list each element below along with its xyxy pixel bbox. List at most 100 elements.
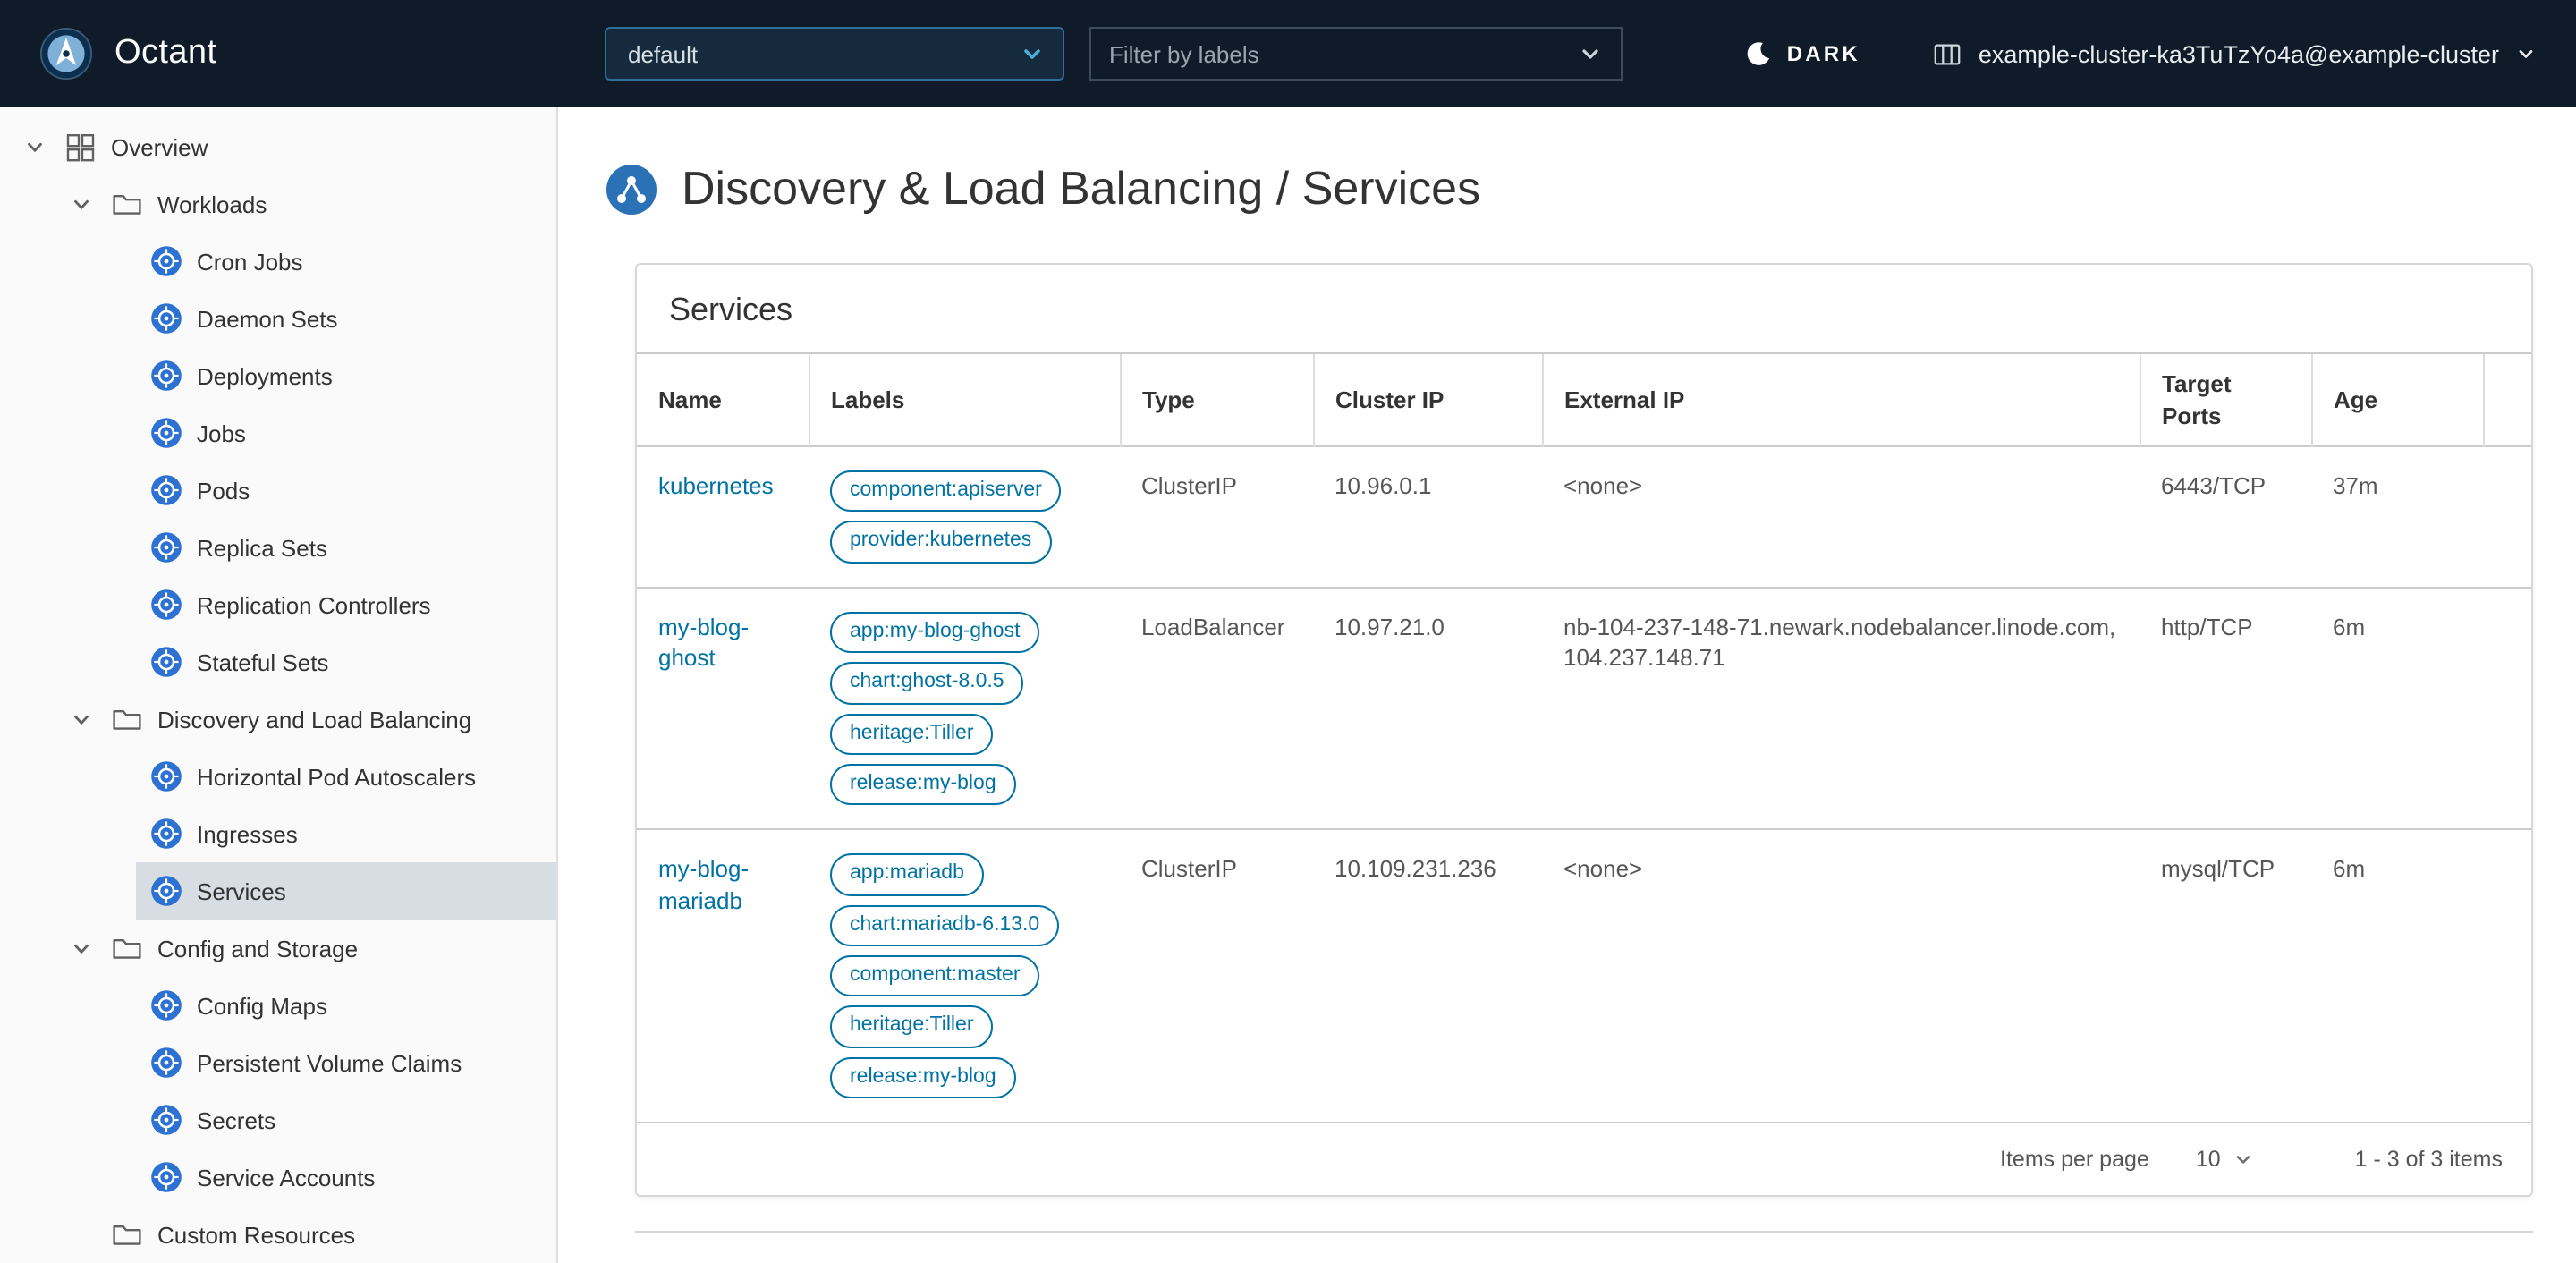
column-header-labels: Labels [809, 354, 1121, 447]
sidebar-item-label: Stateful Sets [197, 648, 329, 675]
items-per-page-value: 10 [2195, 1147, 2221, 1173]
cluster-icon [1932, 38, 1962, 69]
column-header-external-ip: External IP [1542, 354, 2140, 447]
sidebar-item-config-and-storage[interactable]: Config and Storage [0, 920, 556, 977]
folder-icon [111, 188, 143, 220]
label-pill[interactable]: provider:kubernetes [830, 521, 1052, 564]
cluster-context-selector[interactable]: example-cluster-ka3TuTzYo4a@example-clus… [1932, 38, 2537, 69]
service-name-link[interactable]: my-blog-mariadb [658, 856, 749, 914]
sidebar-item-deployments[interactable]: Deployments [136, 347, 556, 404]
sidebar-item-services[interactable]: Services [136, 862, 556, 920]
sidebar-item-horizontal-pod-autoscalers[interactable]: Horizontal Pod Autoscalers [136, 748, 556, 805]
resource-icon [150, 818, 182, 850]
column-header-target-ports: Target Ports [2140, 354, 2312, 447]
target-ports-cell: 6443/TCP [2161, 472, 2267, 500]
sidebar-item-ingresses[interactable]: Ingresses [136, 805, 556, 862]
column-header-spacer [2483, 354, 2531, 447]
resource-icon [150, 1047, 182, 1079]
app-title: Octant [114, 34, 217, 72]
expander-chevron-icon[interactable] [21, 134, 47, 159]
sidebar-item-label: Horizontal Pod Autoscalers [197, 763, 477, 790]
load-balancing-icon [605, 162, 658, 216]
items-per-page-select[interactable]: 10 [2196, 1147, 2255, 1172]
sidebar-item-label: Secrets [197, 1106, 276, 1133]
namespace-selector[interactable]: default [605, 27, 1064, 81]
theme-toggle-button[interactable]: DARK [1744, 39, 1860, 68]
app-header: Octant default DARK [0, 0, 2576, 107]
age-cell: 6m [2333, 613, 2366, 640]
pagination-range-label: 1 - 3 of 3 items [2354, 1147, 2503, 1173]
table-header-row: Name Labels Type Cluster IP External IP Targe… [637, 354, 2531, 447]
sidebar-item-label: Service Accounts [197, 1164, 376, 1191]
column-header-age: Age [2311, 354, 2484, 447]
sidebar-item-custom-resources[interactable]: Custom Resources [0, 1206, 556, 1263]
sidebar-item-cron-jobs[interactable]: Cron Jobs [136, 233, 556, 290]
label-pill[interactable]: release:my-blog [830, 763, 1016, 806]
resource-icon [150, 589, 182, 621]
sidebar-item-label: Replication Controllers [197, 591, 431, 618]
sidebar-item-config-maps[interactable]: Config Maps [136, 977, 556, 1034]
label-pill[interactable]: heritage:Tiller [830, 713, 994, 755]
label-pill[interactable]: chart:ghost-8.0.5 [830, 662, 1024, 705]
chevron-down-icon[interactable] [1578, 41, 1603, 66]
label-pill[interactable]: app:mariadb [830, 853, 984, 896]
sidebar-item-workloads[interactable]: Workloads [0, 175, 556, 233]
resource-icon [150, 531, 182, 564]
services-card: Services Name Labels Type Cluster IP Externa… [635, 263, 2533, 1198]
resource-icon [150, 989, 182, 1021]
sidebar-item-secrets[interactable]: Secrets [136, 1091, 556, 1149]
label-filter-input[interactable] [1109, 40, 1578, 67]
folder-icon [111, 703, 143, 735]
sidebar-item-jobs[interactable]: Jobs [136, 404, 556, 462]
target-ports-cell: http/TCP [2161, 613, 2253, 640]
label-pill[interactable]: app:my-blog-ghost [830, 611, 1040, 654]
folder-icon [111, 1218, 143, 1250]
label-pill[interactable]: component:master [830, 955, 1040, 997]
sidebar-item-label: Replica Sets [197, 534, 327, 561]
expander-placeholder [68, 1222, 93, 1247]
table-row: my-blog-ghost app:my-blog-ghost chart:ghos… [637, 587, 2531, 830]
brand: Octant [39, 27, 565, 81]
sidebar-item-label: Ingresses [197, 820, 298, 847]
sidebar-item-label: Config Maps [197, 992, 327, 1019]
resource-icon [150, 875, 182, 907]
label-pill-group: component:apiserver provider:kubernetes [830, 470, 1098, 564]
pagination-footer: Items per page 10 1 - 3 of 3 items [637, 1122, 2531, 1195]
type-cell: ClusterIP [1141, 472, 1237, 500]
theme-toggle-label: DARK [1786, 41, 1860, 66]
sidebar-item-persistent-volume-claims[interactable]: Persistent Volume Claims [136, 1034, 556, 1091]
sidebar-item-label: Services [197, 877, 286, 904]
age-cell: 6m [2333, 855, 2366, 883]
name-cell: my-blog-mariadb [637, 830, 809, 1123]
label-pill[interactable]: chart:mariadb-6.13.0 [830, 904, 1060, 947]
expander-chevron-icon[interactable] [68, 707, 93, 732]
sidebar-item-label: Persistent Volume Claims [197, 1049, 462, 1076]
resource-icon [150, 1161, 182, 1193]
sidebar-item-label: Pods [197, 477, 250, 504]
label-pill[interactable]: component:apiserver [830, 470, 1062, 513]
services-datagrid: Name Labels Type Cluster IP External IP Targe… [637, 352, 2531, 1195]
services-table: Name Labels Type Cluster IP External IP Targe… [637, 354, 2531, 1122]
sidebar-item-stateful-sets[interactable]: Stateful Sets [136, 633, 556, 691]
column-header-cluster-ip: Cluster IP [1313, 354, 1543, 447]
sidebar-item-overview[interactable]: Overview [0, 118, 556, 175]
service-name-link[interactable]: kubernetes [658, 472, 774, 499]
main-content: Discovery & Load Balancing / Services Se… [558, 107, 2576, 1263]
labels-cell: app:mariadb chart:mariadb-6.13.0 component… [809, 830, 1120, 1123]
sidebar-item-label: Jobs [197, 420, 246, 446]
sidebar-item-replica-sets[interactable]: Replica Sets [136, 519, 556, 576]
sidebar-item-daemon-sets[interactable]: Daemon Sets [136, 290, 556, 347]
sidebar-item-replication-controllers[interactable]: Replication Controllers [136, 576, 556, 633]
expander-chevron-icon[interactable] [68, 191, 93, 216]
sidebar-item-discovery-and-load-balancing[interactable]: Discovery and Load Balancing [0, 691, 556, 748]
sidebar-item-service-accounts[interactable]: Service Accounts [136, 1149, 556, 1206]
label-pill[interactable]: heritage:Tiller [830, 1005, 994, 1048]
table-row: kubernetes component:apiserver provider:ku… [637, 446, 2531, 588]
sidebar-item-pods[interactable]: Pods [136, 462, 556, 519]
label-pill-group: app:my-blog-ghost chart:ghost-8.0.5 herita… [830, 611, 1098, 806]
labels-cell: component:apiserver provider:kubernetes [809, 446, 1120, 588]
external-ip-cell: <none> [1563, 472, 1643, 500]
service-name-link[interactable]: my-blog-ghost [658, 614, 749, 672]
label-pill[interactable]: release:my-blog [830, 1056, 1016, 1099]
expander-chevron-icon[interactable] [68, 936, 93, 961]
